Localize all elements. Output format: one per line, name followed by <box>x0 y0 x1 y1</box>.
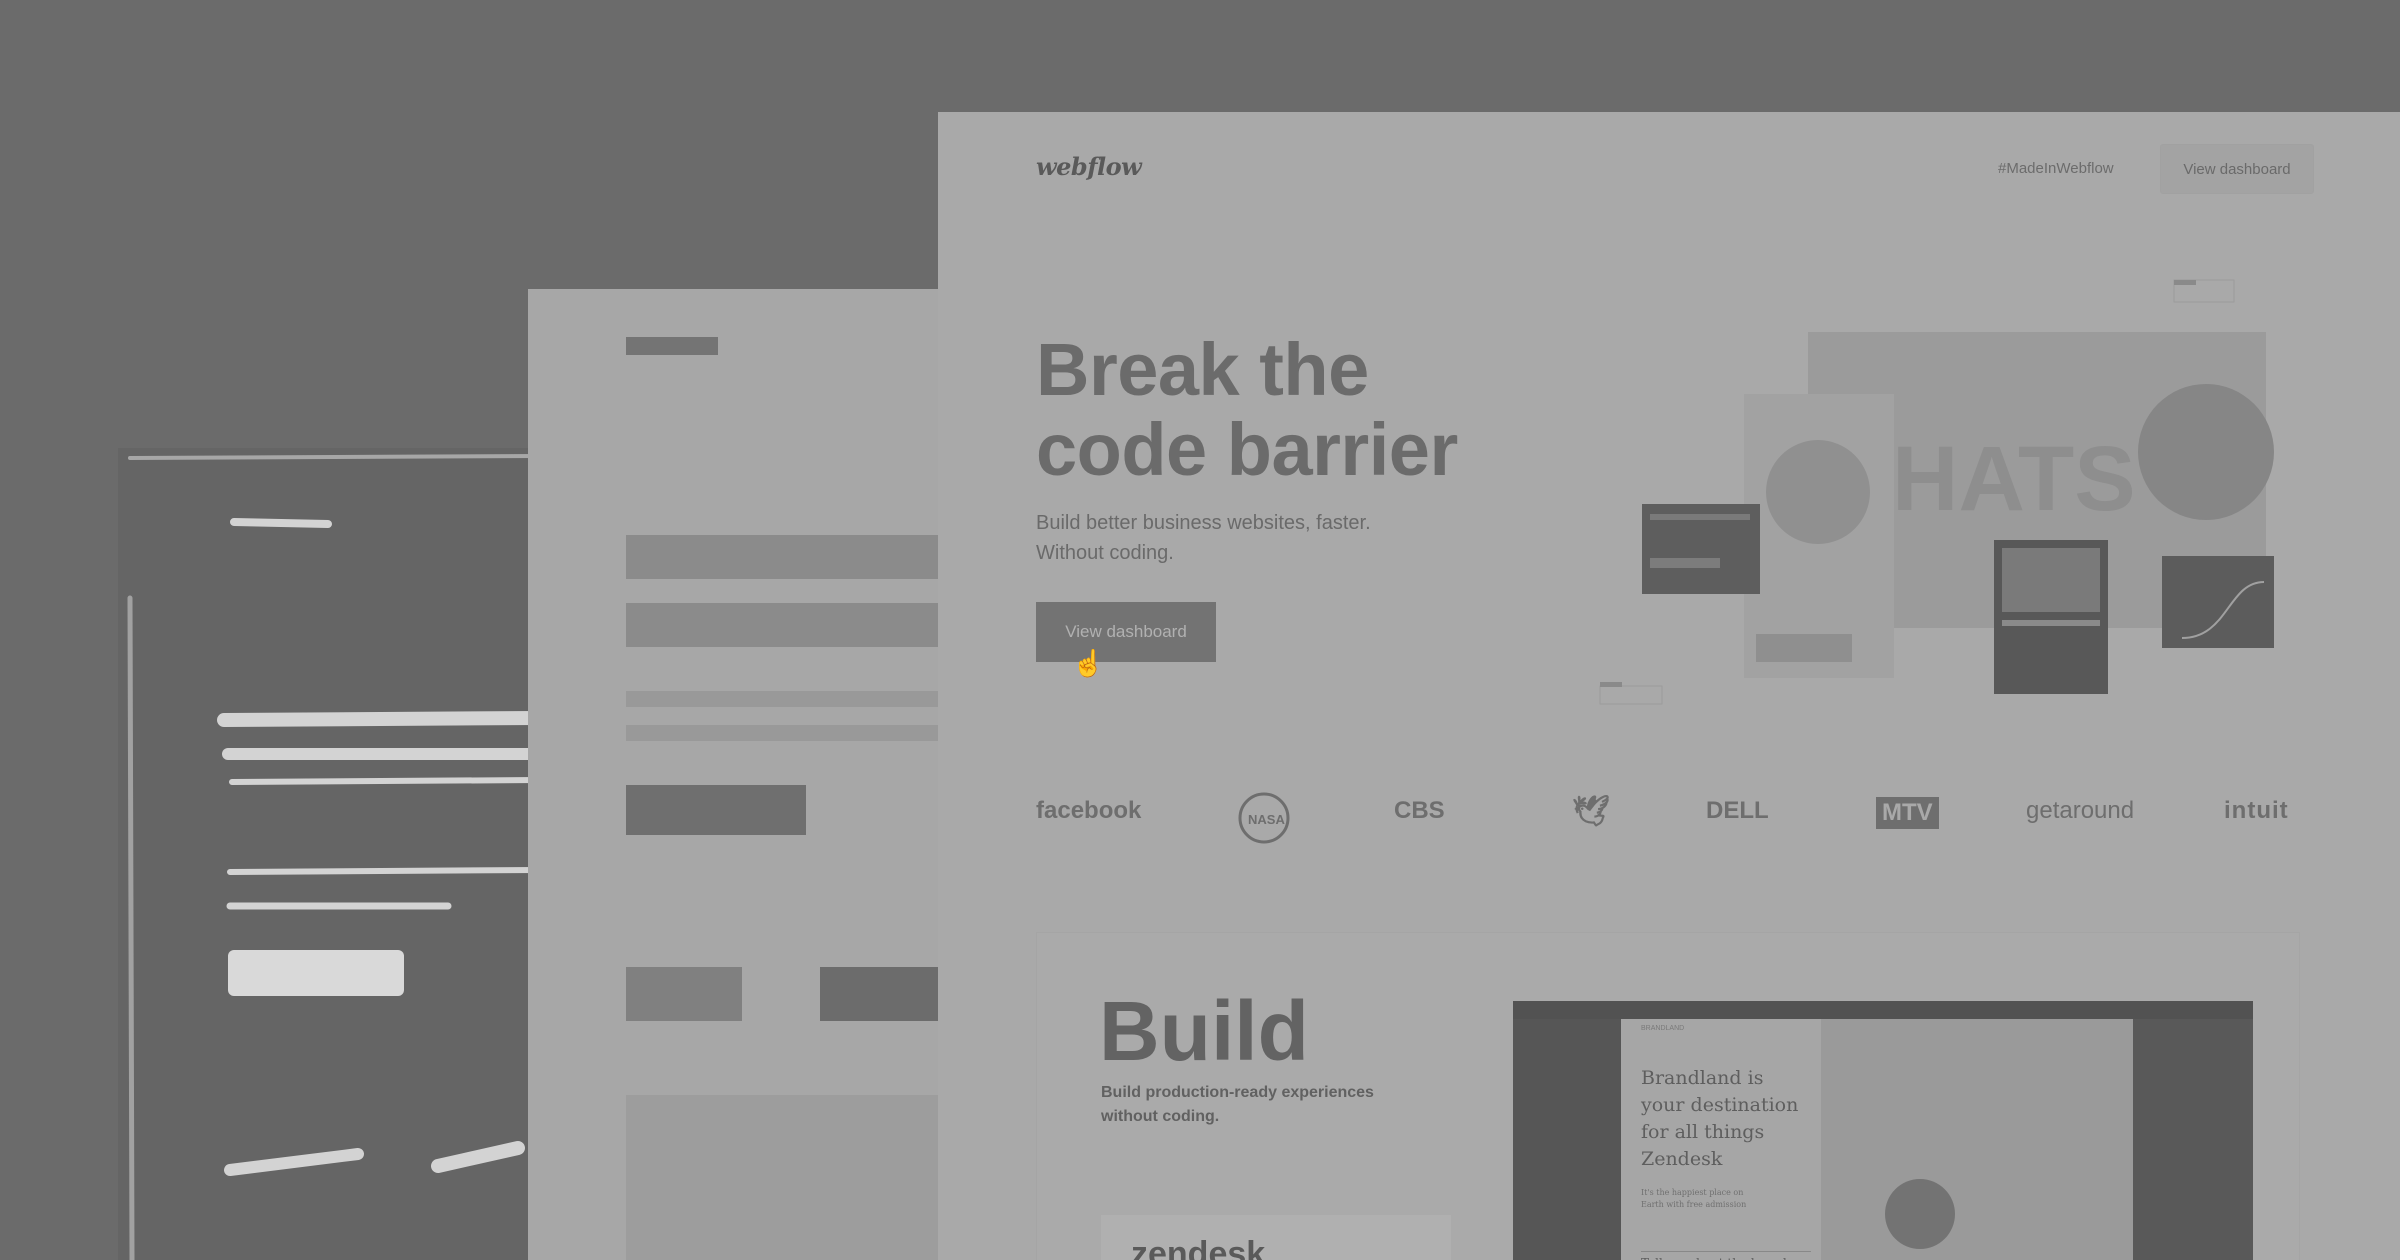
wire-text-bar-1 <box>626 691 948 707</box>
svg-text:NASA: NASA <box>1248 812 1285 827</box>
editor-navigator-panel <box>1513 1019 1621 1260</box>
editor-toolbar <box>1513 1001 2253 1019</box>
editor-input-field[interactable]: Tell me about the brand <box>1641 1251 1811 1260</box>
editor-heading-line-1: Brandland is <box>1641 1067 1764 1089</box>
editor-small-line-2: Earth with free admission <box>1641 1200 1747 1209</box>
editor-small-line-1: It's the happiest place on <box>1641 1188 1744 1197</box>
editor-small-text: It's the happiest place on Earth with fr… <box>1641 1187 1746 1211</box>
logo-facebook: facebook <box>1036 797 1142 824</box>
chalk-sketch <box>127 454 538 1260</box>
wire-button <box>626 785 806 835</box>
build-sub-line-2: without coding. <box>1101 1108 1220 1125</box>
twitter-icon: 🕊 <box>1572 795 1611 828</box>
editor-image-area <box>1821 1019 2133 1260</box>
sketch-button <box>228 950 404 996</box>
editor-style-panel <box>2133 1019 2253 1260</box>
hats-text: HATS <box>1892 428 2136 530</box>
logo-cbs: CBS <box>1394 797 1445 824</box>
logo-intuit: intuit <box>2224 797 2289 824</box>
wire-logo-bar <box>626 337 718 355</box>
wire-box-1 <box>626 967 742 1021</box>
wire-heading-bar-1 <box>626 535 948 579</box>
collage-easing-panel <box>2162 556 2274 648</box>
designer-editor-preview: BRANDLAND Brandland is your destination … <box>1513 1001 2253 1260</box>
collage-portrait-right <box>2138 384 2274 520</box>
wire-text-bar-2 <box>626 725 948 741</box>
wire-image-block <box>626 1095 948 1260</box>
editor-heading: Brandland is your destination for all th… <box>1641 1065 1798 1173</box>
editor-canvas: BRANDLAND Brandland is your destination … <box>1621 1019 1821 1260</box>
build-title: Build <box>1099 984 1309 1078</box>
logo-getaround: getaround <box>2026 797 2135 824</box>
build-section: Build Build production-ready experiences… <box>1036 932 2300 1260</box>
editor-heading-line-4: Zendesk <box>1641 1148 1723 1170</box>
wire-heading-bar-2 <box>626 603 948 647</box>
logo-mtv: MTV <box>1876 797 1939 829</box>
build-subtitle: Build production-ready experiences witho… <box>1101 1081 1374 1129</box>
editor-heading-line-2: your destination <box>1641 1094 1799 1116</box>
collage-card-button <box>1756 634 1852 662</box>
collage-tag-bottom <box>1599 685 1663 705</box>
wireframe-layer <box>528 289 948 1260</box>
sketch-layer <box>118 448 538 1260</box>
zendesk-card-text: zendesk <box>1131 1235 1266 1260</box>
editor-heading-line-3: for all things <box>1641 1121 1765 1143</box>
editor-canvas-label: BRANDLAND <box>1641 1025 1685 1032</box>
logo-nasa: NASA <box>1236 792 1292 844</box>
zendesk-card: zendesk <box>1101 1215 1451 1260</box>
main-page: webflow #MadeInWebflow View dashboard Br… <box>938 112 2400 1260</box>
logo-dell: DELL <box>1706 797 1769 824</box>
build-sub-line-1: Build production-ready experiences <box>1101 1084 1374 1101</box>
editor-image-sphere <box>1885 1179 1955 1249</box>
wire-box-2 <box>820 967 948 1021</box>
hero-collage: HATS <box>1599 279 2274 705</box>
